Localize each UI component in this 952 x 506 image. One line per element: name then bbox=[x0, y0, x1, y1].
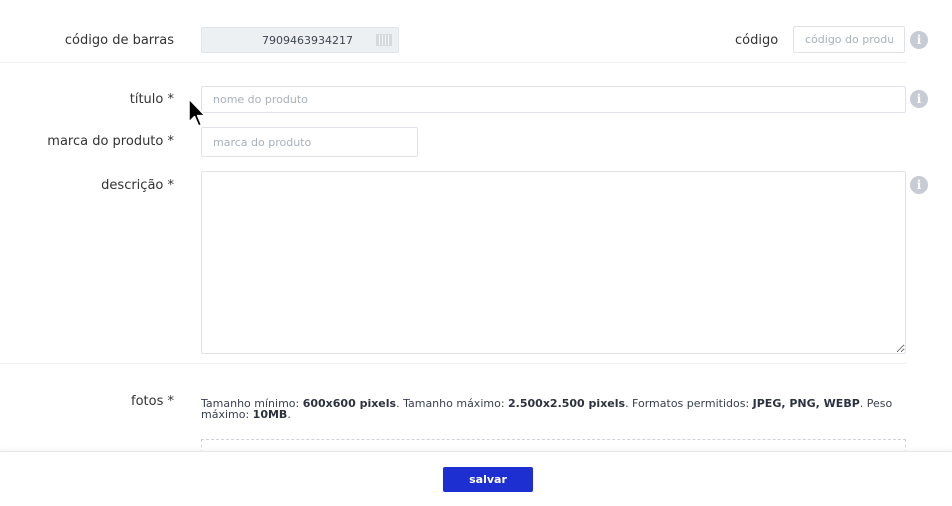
section-divider bbox=[0, 363, 907, 364]
code-input[interactable] bbox=[793, 26, 905, 53]
description-label: descrição * bbox=[101, 178, 174, 193]
info-icon[interactable]: i bbox=[910, 90, 928, 108]
description-textarea[interactable] bbox=[201, 171, 906, 354]
help-text-segment: . bbox=[287, 408, 291, 421]
info-icon[interactable]: i bbox=[910, 176, 928, 194]
help-text-segment: . Tamanho máximo: bbox=[396, 397, 509, 410]
product-form-page: código de barras 7909463934217 código i … bbox=[0, 0, 952, 506]
mouse-pointer-icon bbox=[188, 98, 206, 127]
barcode-label: código de barras bbox=[64, 33, 174, 48]
form-footer: salvar bbox=[0, 451, 952, 506]
help-text-segment: . Formatos permitidos: bbox=[625, 397, 753, 410]
save-button[interactable]: salvar bbox=[443, 467, 533, 492]
max-weight-value: 10MB bbox=[252, 408, 288, 421]
code-label: código bbox=[735, 33, 779, 48]
min-size-value: 600x600 pixels bbox=[302, 397, 397, 410]
brand-label: marca do produto * bbox=[47, 134, 174, 149]
barcode-field: 7909463934217 bbox=[201, 27, 399, 53]
barcode-icon bbox=[376, 34, 392, 46]
max-size-value: 2.500x2.500 pixels bbox=[508, 397, 626, 410]
brand-input[interactable] bbox=[201, 127, 418, 157]
barcode-value: 7909463934217 bbox=[262, 34, 353, 47]
info-icon[interactable]: i bbox=[910, 31, 928, 49]
title-label: título * bbox=[129, 92, 174, 107]
allowed-formats-value: JPEG, PNG, WEBP bbox=[752, 397, 860, 410]
photos-label: fotos * bbox=[131, 394, 174, 409]
title-input[interactable] bbox=[201, 86, 906, 113]
photos-help-text: Tamanho mínimo: 600x600 pixels. Tamanho … bbox=[201, 398, 907, 420]
section-divider bbox=[0, 62, 907, 63]
